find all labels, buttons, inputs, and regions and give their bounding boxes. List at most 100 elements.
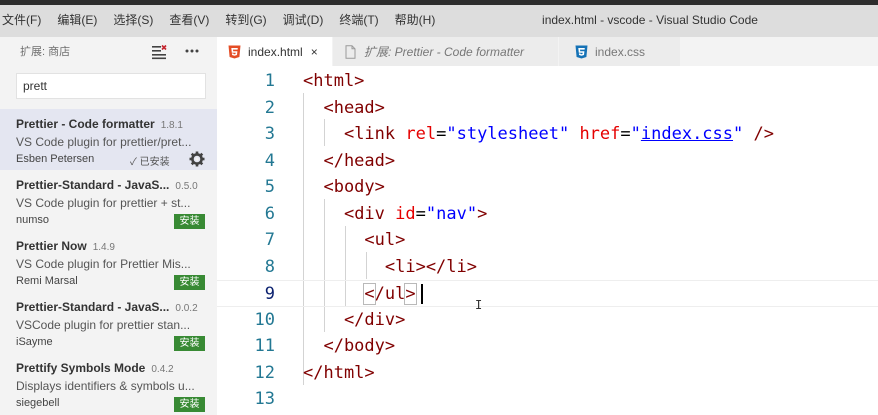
extension-search-box [16, 73, 209, 99]
code-text: </div> [303, 309, 406, 330]
extension-author: iSayme [16, 336, 53, 348]
code-line: 7 <ul> [217, 227, 878, 254]
code-editor[interactable]: 1 <html> 2 <head> 3 <link rel="styleshee… [217, 66, 878, 415]
extension-author: Remi Marsal [16, 275, 78, 287]
extension-header: Prettify Symbols Mode 0.4.2 [16, 359, 174, 377]
install-button[interactable]: 安装 [174, 275, 205, 290]
more-actions-icon[interactable] [184, 43, 200, 59]
tab-index-html[interactable]: index.html × [217, 37, 333, 66]
line-number: 5 [264, 177, 275, 197]
line-number: 13 [254, 389, 275, 409]
extension-name: Prettier - Code formatter [16, 117, 155, 131]
extension-header: Prettier-Standard - JavaS... 0.5.0 [16, 176, 198, 194]
menu-bar: 文件(F) 编辑(E) 选择(S) 查看(V) 转到(G) 调试(D) 终端(T… [0, 5, 443, 35]
code-line: 4 </head> [217, 148, 878, 175]
extension-item[interactable]: Prettier-Standard - JavaS... 0.0.2 VSCode… [0, 292, 217, 353]
close-icon[interactable]: × [311, 45, 318, 59]
menu-edit[interactable]: 编辑(E) [49, 5, 105, 35]
menu-terminal[interactable]: 终端(T) [331, 5, 386, 35]
code-token: <html> [303, 71, 365, 91]
line-number: 8 [264, 256, 275, 277]
code-text: </ul> [363, 283, 417, 305]
code-line: 5 <body> [217, 174, 878, 201]
menu-debug[interactable]: 调试(D) [275, 5, 332, 35]
code-text: </body> [303, 336, 396, 356]
code-text: <html> [303, 68, 364, 95]
code-line: 2 <head> [217, 95, 878, 122]
code-line: 3 <link rel="stylesheet" href="index.css… [217, 121, 878, 148]
text-cursor [421, 284, 423, 304]
line-number: 2 [264, 97, 275, 118]
extension-description: VS Code plugin for prettier + st... [16, 196, 191, 210]
line-number: 3 [264, 124, 275, 144]
code-text: <ul> [303, 230, 406, 250]
extension-name: Prettify Symbols Mode [16, 361, 146, 375]
line-number: 7 [264, 230, 275, 250]
install-button[interactable]: 安装 [174, 336, 205, 351]
tab-label: 扩展: Prettier - Code formatter [364, 45, 525, 59]
line-number: 12 [254, 362, 275, 383]
code-line: 11 </body> [217, 333, 878, 360]
code-line: 12 </html> [217, 360, 878, 387]
window-title: index.html - vscode - Visual Studio Code [542, 13, 758, 27]
extension-version: 1.4.9 [92, 242, 115, 253]
code-text: <li></li> [303, 256, 477, 277]
extension-description: VS Code plugin for Prettier Mis... [16, 257, 191, 271]
code-line: 1 <html> [217, 68, 878, 95]
extension-version: 1.8.1 [160, 120, 183, 131]
code-line: 10 </div> [217, 307, 878, 334]
menu-selection[interactable]: 选择(S) [105, 5, 161, 35]
code-text: <head> [303, 97, 385, 118]
extension-version: 0.0.2 [175, 303, 198, 314]
css3-icon [575, 45, 588, 58]
extension-name: Prettier-Standard - JavaS... [16, 178, 170, 192]
menu-view[interactable]: 查看(V) [161, 5, 217, 35]
tab-index-css[interactable]: index.css [559, 37, 681, 66]
gear-icon[interactable] [189, 151, 205, 167]
extension-item[interactable]: Prettier - Code formatter 1.8.1 VS Code p… [0, 109, 217, 170]
extensions-sidebar: 扩展: 商店 Prettier - Code formatter 1.8.1 VS… [0, 37, 217, 415]
extension-header: Prettier - Code formatter 1.8.1 [16, 115, 183, 133]
extension-description: Displays identifiers & symbols u... [16, 379, 195, 393]
extension-item[interactable]: Prettier-Standard - JavaS... 0.5.0 VS Cod… [0, 170, 217, 231]
html5-icon [228, 45, 241, 58]
extension-description: VS Code plugin for prettier/pret... [16, 135, 192, 149]
extension-header: Prettier Now 1.4.9 [16, 237, 115, 255]
mouse-ibeam-icon: I [475, 298, 483, 312]
code-text: </head> [303, 150, 396, 171]
extension-description: VSCode plugin for prettier stan... [16, 318, 191, 332]
code-text: <link rel="stylesheet" href="index.css" … [343, 124, 774, 144]
code-line: 8 <li></li> [217, 254, 878, 281]
clear-extensions-icon[interactable] [151, 44, 167, 60]
line-number: 10 [254, 309, 275, 330]
code-line: 13 [217, 386, 878, 413]
current-code-line: 9 </ul> [217, 280, 878, 307]
line-number: 1 [264, 71, 275, 91]
tab-label: index.css [595, 44, 646, 59]
file-icon [345, 44, 356, 59]
menu-go[interactable]: 转到(G) [217, 5, 274, 35]
line-number: 6 [264, 203, 275, 224]
install-button[interactable]: 安装 [174, 397, 205, 412]
extension-search-input[interactable] [17, 74, 209, 98]
line-number: 9 [264, 284, 275, 304]
install-button[interactable]: 安装 [174, 214, 205, 229]
href-link[interactable]: index.css [641, 124, 733, 144]
sidebar-header: 扩展: 商店 [0, 37, 217, 67]
tab-extension-prettier[interactable]: 扩展: Prettier - Code formatter [333, 37, 559, 66]
extension-item[interactable]: Prettify Symbols Mode 0.4.2 Displays iden… [0, 353, 217, 414]
extension-header: Prettier-Standard - JavaS... 0.0.2 [16, 298, 198, 316]
extension-item[interactable]: Prettier Now 1.4.9 VS Code plugin for Pre… [0, 231, 217, 292]
title-bar: 文件(F) 编辑(E) 选择(S) 查看(V) 转到(G) 调试(D) 终端(T… [0, 0, 878, 37]
menu-file[interactable]: 文件(F) [0, 5, 49, 35]
extension-author: siegebell [16, 397, 60, 409]
editor-tab-bar: index.html × 扩展: Prettier - Code formatt… [217, 37, 878, 66]
code-text: <div id="nav"> [343, 203, 488, 224]
line-number: 11 [254, 336, 275, 356]
extension-version: 0.4.2 [151, 364, 174, 375]
extension-name: Prettier Now [16, 239, 87, 253]
extension-author: Esben Petersen [16, 153, 95, 165]
sidebar-title: 扩展: 商店 [20, 46, 71, 58]
installed-label: ✓ 已安装 [130, 157, 170, 168]
menu-help[interactable]: 帮助(H) [387, 5, 444, 35]
